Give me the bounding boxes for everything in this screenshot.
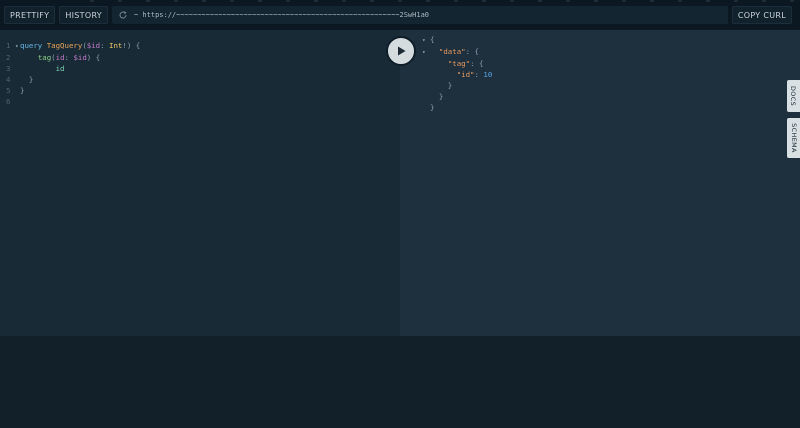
line-number: 3 <box>6 64 11 73</box>
code-line: 4 } <box>6 74 140 85</box>
copy-curl-button[interactable]: COPY CURL <box>731 6 792 24</box>
code-line: ▾{ <box>422 34 492 46</box>
play-icon <box>398 46 406 56</box>
code-token: $id <box>73 53 87 62</box>
code-token: "tag" <box>447 59 471 68</box>
line-number: 5 <box>6 86 11 95</box>
fold-toggle-icon[interactable]: ▾ <box>422 47 430 58</box>
history-button[interactable]: HISTORY <box>59 6 108 24</box>
code-token: !) { <box>122 41 141 50</box>
endpoint-url-text: ~ https://~~~~~~~~~~~~~~~~~~~~~~~~~~~~~~… <box>134 11 430 19</box>
code-token: "id" <box>456 70 475 79</box>
code-token: : { <box>465 47 479 56</box>
code-line: "id": 10 <box>422 69 493 80</box>
code-token: query <box>20 41 47 50</box>
schema-tab[interactable]: SCHEMA <box>787 118 800 158</box>
endpoint-url-field[interactable]: ~ https://~~~~~~~~~~~~~~~~~~~~~~~~~~~~~~… <box>112 6 728 24</box>
schema-tab-label: SCHEMA <box>789 123 798 153</box>
code-token: } <box>20 86 25 95</box>
code-token: : { <box>470 59 484 68</box>
tab-strip-decoration <box>90 0 800 2</box>
variables-panel[interactable] <box>0 336 800 428</box>
code-token: id <box>55 64 65 73</box>
code-line: ▾ "data": { <box>422 46 492 58</box>
result-code: ▾{▾ "data": { "tag": { "id": 10 } }} <box>422 34 492 113</box>
reload-icon[interactable] <box>118 10 128 20</box>
code-token: } <box>430 81 453 90</box>
run-query-button[interactable] <box>386 36 416 66</box>
code-line: 2 tag(id: $id) { <box>6 52 140 63</box>
code-token: "data" <box>438 47 466 56</box>
code-token: ) { <box>86 53 101 62</box>
code-token: } <box>430 103 435 112</box>
line-number: 2 <box>6 53 11 62</box>
code-token: } <box>430 92 444 101</box>
line-number: 4 <box>6 75 11 84</box>
code-line: } <box>422 102 492 113</box>
result-viewer: ▾{▾ "data": { "tag": { "id": 10 } }} <box>400 30 800 336</box>
code-line: "tag": { <box>422 58 492 69</box>
prettify-button[interactable]: PRETTIFY <box>4 6 56 24</box>
code-token: Int <box>109 41 123 50</box>
fold-toggle-icon[interactable]: ▾ <box>422 35 430 46</box>
code-line: 5} <box>6 85 140 96</box>
line-number: 1 <box>6 41 11 50</box>
code-token: id <box>55 53 65 62</box>
docs-tab-label: DOCS <box>789 85 798 107</box>
code-token: $id <box>86 41 101 50</box>
code-line: 3 id <box>6 63 140 74</box>
code-line: } <box>422 80 492 91</box>
code-line: 6 <box>6 96 140 107</box>
toolbar: PRETTIFY HISTORY ~ https://~~~~~~~~~~~~~… <box>0 0 800 30</box>
code-token: TagQuery <box>46 41 83 50</box>
code-token: tag <box>37 53 52 62</box>
code-token: 10 <box>483 70 493 79</box>
code-line: 1 ▾query TagQuery($id: Int!) { <box>6 40 140 52</box>
query-editor[interactable]: 1 ▾query TagQuery($id: Int!) {2 tag(id: $… <box>0 30 400 336</box>
code-line: } <box>422 91 492 102</box>
query-code[interactable]: 1 ▾query TagQuery($id: Int!) {2 tag(id: $… <box>6 40 140 107</box>
docs-tab[interactable]: DOCS <box>787 80 800 112</box>
code-token: : <box>100 41 110 50</box>
code-token: } <box>20 75 34 84</box>
code-token: { <box>430 35 435 44</box>
line-number: 6 <box>6 97 11 106</box>
